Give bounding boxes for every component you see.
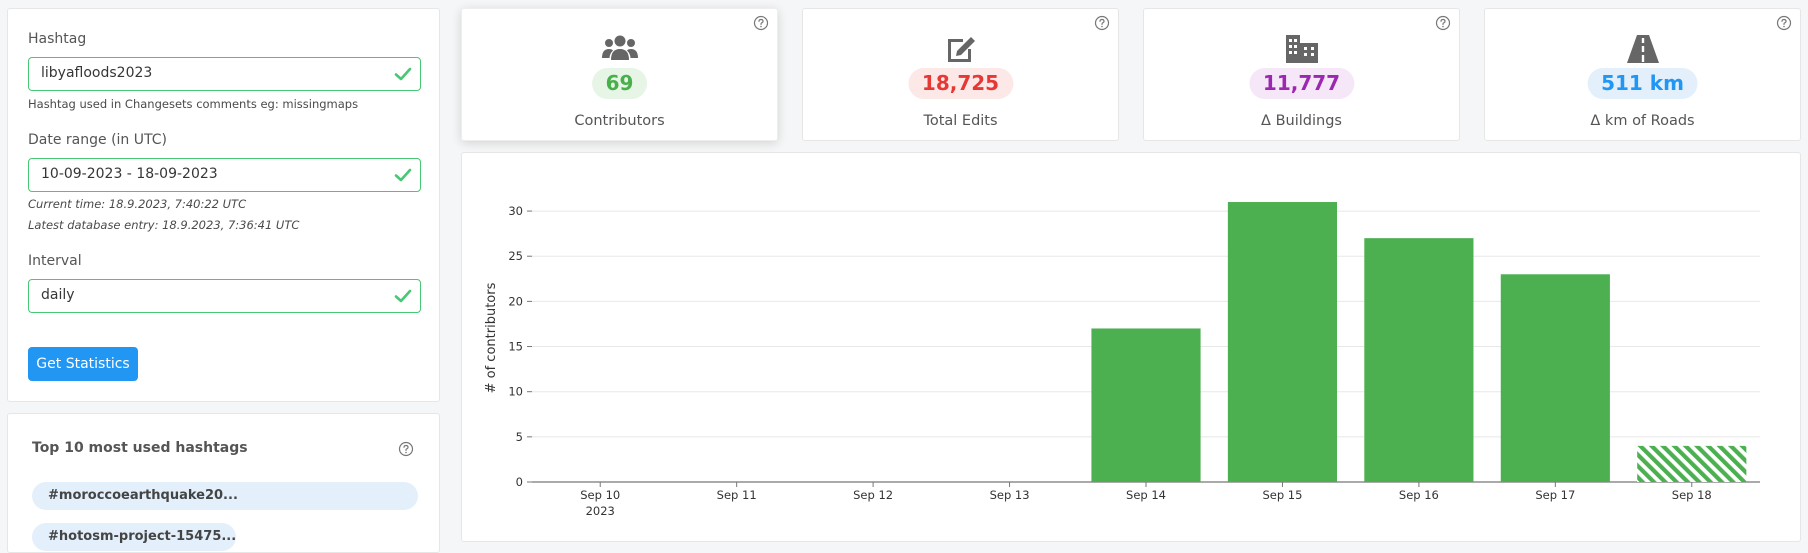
bar[interactable] [1500,274,1610,482]
help-icon[interactable] [1776,15,1792,31]
y-tick-label: 25 [508,249,523,263]
y-tick-label: 0 [516,475,523,489]
date-range-input[interactable]: 10-09-2023 - 18-09-2023 [28,158,421,192]
interval-select[interactable]: daily [28,279,421,313]
bar[interactable] [1091,328,1201,482]
help-icon[interactable] [398,441,414,457]
x-tick-label: Sep 12 [853,488,893,502]
x-tick-label: Sep 13 [990,488,1030,502]
hashtag-pill[interactable]: #moroccoearthquake20... [32,482,418,510]
get-statistics-button[interactable]: Get Statistics [28,347,138,381]
x-tick-label: Sep 15 [1262,488,1302,502]
y-tick-label: 20 [508,294,523,308]
buildings-icon [1285,35,1318,63]
bar[interactable] [1364,238,1474,482]
y-axis-label: # of contributors [484,282,499,393]
check-icon [394,289,412,303]
hashtag-input[interactable]: libyafloods2023 [28,57,421,91]
stat-label: Contributors [574,113,665,129]
stat-card-total-edits: 18,725 Total Edits [802,8,1119,141]
x-tick-label: Sep 11 [717,488,757,502]
contributors-chart-panel: 0 5 10 15 20 25 30 Sep 10 2023 Sep 11 Sep 12 Sep 13… [461,152,1801,542]
stat-card-contributors: 69 Contributors [461,8,778,141]
stat-label: Δ km of Roads [1590,113,1695,129]
y-tick-label: 15 [508,340,523,354]
y-tick-label: 30 [508,204,523,218]
check-icon [394,67,412,81]
hashtag-input-value: libyafloods2023 [41,65,153,81]
date-range-input-value: 10-09-2023 - 18-09-2023 [41,166,218,182]
stat-label: Δ Buildings [1261,113,1342,129]
top-hashtags-title: Top 10 most used hashtags [32,440,248,456]
latest-entry-text: Latest database entry: 18.9.2023, 7:36:4… [28,218,300,232]
hashtag-label: Hashtag [28,31,87,47]
help-icon[interactable] [1094,15,1110,31]
bar-partial[interactable] [1637,445,1747,482]
road-icon [1626,35,1659,63]
edit-icon [947,37,975,62]
interval-label: Interval [28,253,82,269]
check-icon [394,168,412,182]
x-year-label: 2023 [586,504,615,518]
y-tick-label: 10 [508,385,523,399]
stat-card-buildings: 11,777 Δ Buildings [1143,8,1460,141]
y-tick-label: 5 [516,430,523,444]
stat-value: 11,777 [1248,68,1355,99]
x-tick-label: Sep 18 [1672,488,1712,502]
date-range-label: Date range (in UTC) [28,132,167,148]
stat-value: 69 [591,68,648,99]
x-tick-label: Sep 16 [1399,488,1439,502]
help-icon[interactable] [753,15,769,31]
contributors-bar-chart: 0 5 10 15 20 25 30 Sep 10 2023 Sep 11 Sep 12 Sep 13… [484,202,1760,518]
stat-value: 511 km [1587,68,1698,99]
stat-value: 18,725 [907,68,1014,99]
hashtag-pill[interactable]: #hotosm-project-15475... [32,523,236,551]
users-icon [601,35,638,60]
top-hashtags-panel: Top 10 most used hashtags #moroccoearthq… [7,413,440,553]
filter-form: Hashtag libyafloods2023 Hashtag used in … [7,8,440,402]
x-tick-label: Sep 17 [1535,488,1575,502]
interval-select-value: daily [41,287,75,303]
stat-card-roads: 511 km Δ km of Roads [1484,8,1801,141]
help-icon[interactable] [1435,15,1451,31]
stat-label: Total Edits [923,113,998,129]
current-time-text: Current time: 18.9.2023, 7:40:22 UTC [28,197,247,211]
hashtag-help-text: Hashtag used in Changesets comments eg: … [28,97,359,111]
x-tick-label: Sep 14 [1126,488,1166,502]
bar[interactable] [1227,202,1338,482]
x-tick-label: Sep 10 [580,488,620,502]
